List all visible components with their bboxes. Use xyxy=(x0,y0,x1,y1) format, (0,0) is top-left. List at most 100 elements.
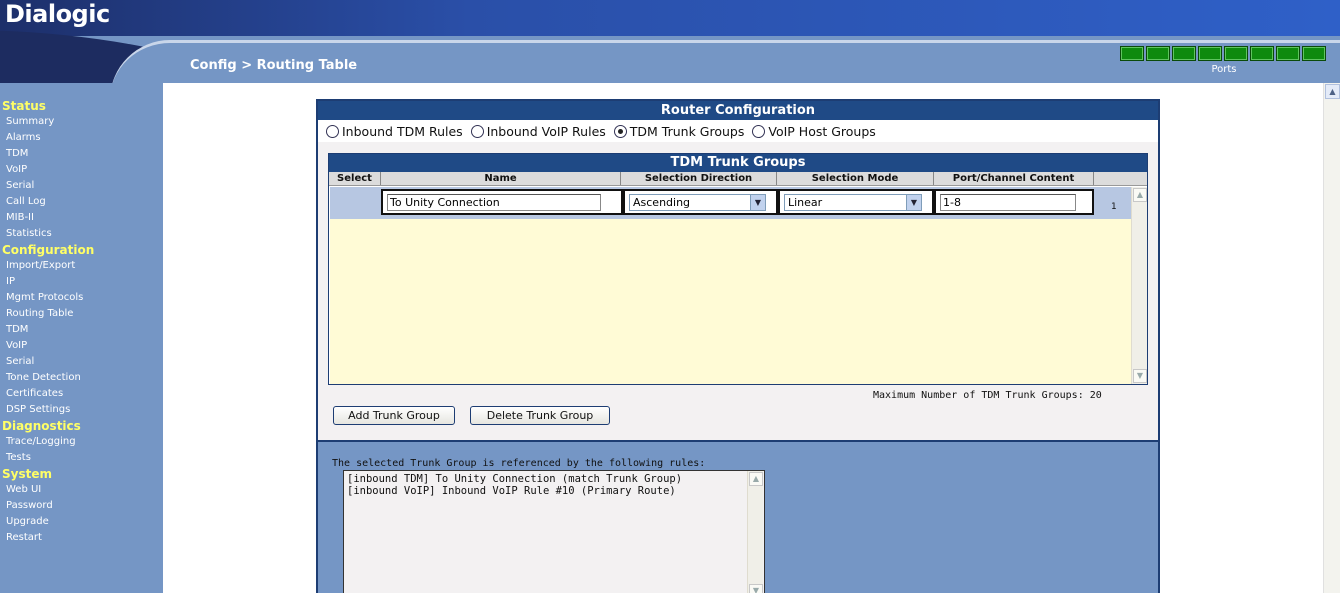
nav-item-mgmt-protocols[interactable]: Mgmt Protocols xyxy=(0,290,163,306)
nav-item-summary[interactable]: Summary xyxy=(0,114,163,130)
nav-item-ip[interactable]: IP xyxy=(0,274,163,290)
scroll-down-icon[interactable]: ▼ xyxy=(749,584,763,593)
rule-type-radio-group: Inbound TDM Rules Inbound VoIP Rules TDM… xyxy=(318,120,1158,142)
nav-item-status-tdm[interactable]: TDM xyxy=(0,146,163,162)
reference-item: [inbound TDM] To Unity Connection (match… xyxy=(347,473,683,485)
content-cell: 1-8 xyxy=(934,189,1094,215)
reference-item: [inbound VoIP] Inbound VoIP Rule #10 (Pr… xyxy=(347,485,676,497)
scroll-up-icon[interactable]: ▲ xyxy=(1133,188,1147,202)
col-header-name: Name xyxy=(381,172,621,185)
references-scrollbar[interactable]: ▲ ▼ xyxy=(747,471,763,593)
port-led-3 xyxy=(1172,46,1196,61)
nav-item-web-ui[interactable]: Web UI xyxy=(0,482,163,498)
ports-indicator: Ports xyxy=(1120,46,1328,75)
table-header: Select Name Selection Direction Selectio… xyxy=(329,172,1147,186)
col-header-selection-mode: Selection Mode xyxy=(777,172,934,185)
chevron-down-icon[interactable]: ▼ xyxy=(906,195,921,210)
port-led-2 xyxy=(1146,46,1170,61)
nav-item-config-serial[interactable]: Serial xyxy=(0,354,163,370)
nav-item-status-voip[interactable]: VoIP xyxy=(0,162,163,178)
router-configuration-panel: Router Configuration Inbound TDM Rules I… xyxy=(316,99,1160,593)
radio-indicator-checked[interactable] xyxy=(613,124,627,138)
radio-indicator[interactable] xyxy=(470,124,484,138)
table-row[interactable]: To Unity Connection Ascending ▼ Linear ▼… xyxy=(330,187,1131,219)
radio-label: Inbound VoIP Rules xyxy=(486,123,606,139)
nav-item-restart[interactable]: Restart xyxy=(0,530,163,546)
name-cell: To Unity Connection xyxy=(381,189,623,215)
port-led-4 xyxy=(1198,46,1222,61)
nav-item-import-export[interactable]: Import/Export xyxy=(0,258,163,274)
header-banner: Dialogic Config > Routing Table Ports xyxy=(0,0,1340,83)
radio-label: VoIP Host Groups xyxy=(768,123,876,139)
breadcrumb: Config > Routing Table xyxy=(190,58,358,73)
nav-section-diagnostics[interactable]: Diagnostics xyxy=(0,418,163,434)
nav-item-tone-detection[interactable]: Tone Detection xyxy=(0,370,163,386)
table-body: To Unity Connection Ascending ▼ Linear ▼… xyxy=(330,187,1131,384)
col-header-selection-direction: Selection Direction xyxy=(621,172,777,185)
references-label: The selected Trunk Group is referenced b… xyxy=(332,458,706,469)
nav-section-status[interactable]: Status xyxy=(0,98,163,114)
references-list[interactable]: [inbound TDM] To Unity Connection (match… xyxy=(343,470,765,593)
nav-item-call-log[interactable]: Call Log xyxy=(0,194,163,210)
radio-label: TDM Trunk Groups xyxy=(629,123,745,139)
radio-indicator[interactable] xyxy=(326,124,339,138)
name-input[interactable]: To Unity Connection xyxy=(387,194,601,211)
chevron-down-icon[interactable]: ▼ xyxy=(750,195,765,210)
references-section: The selected Trunk Group is referenced b… xyxy=(318,444,1158,593)
table-scrollbar[interactable]: ▲ ▼ xyxy=(1131,187,1147,384)
delete-trunk-group-button[interactable]: Delete Trunk Group xyxy=(470,406,610,425)
port-led-8 xyxy=(1302,46,1326,61)
col-header-spacer xyxy=(1094,172,1147,185)
radio-voip-host-groups[interactable]: VoIP Host Groups xyxy=(752,123,876,139)
radio-indicator[interactable] xyxy=(752,124,766,138)
nav-item-config-voip[interactable]: VoIP xyxy=(0,338,163,354)
scroll-up-icon[interactable]: ▲ xyxy=(1325,84,1340,99)
port-led-1 xyxy=(1120,46,1144,61)
nav-item-dsp-settings[interactable]: DSP Settings xyxy=(0,402,163,418)
nav-section-configuration[interactable]: Configuration xyxy=(0,242,163,258)
direction-cell: Ascending ▼ xyxy=(623,189,778,215)
tdm-trunk-groups-title: TDM Trunk Groups xyxy=(329,154,1147,172)
max-trunk-groups-info: Maximum Number of TDM Trunk Groups: 20 xyxy=(873,390,1102,401)
port-led-6 xyxy=(1250,46,1274,61)
radio-inbound-voip-rules[interactable]: Inbound VoIP Rules xyxy=(470,123,606,139)
selection-direction-select[interactable]: Ascending ▼ xyxy=(629,194,766,211)
radio-label: Inbound TDM Rules xyxy=(342,123,463,139)
col-header-select: Select xyxy=(329,172,381,185)
port-channel-content-input[interactable]: 1-8 xyxy=(940,194,1076,211)
port-led-5 xyxy=(1224,46,1248,61)
nav-item-statistics[interactable]: Statistics xyxy=(0,226,163,242)
scroll-up-icon[interactable]: ▲ xyxy=(749,472,763,486)
nav-section-system[interactable]: System xyxy=(0,466,163,482)
nav-item-tests[interactable]: Tests xyxy=(0,450,163,466)
nav-item-certificates[interactable]: Certificates xyxy=(0,386,163,402)
radio-tdm-trunk-groups[interactable]: TDM Trunk Groups xyxy=(613,123,745,139)
nav-item-alarms[interactable]: Alarms xyxy=(0,130,163,146)
port-leds xyxy=(1120,46,1328,61)
nav-item-config-tdm[interactable]: TDM xyxy=(0,322,163,338)
sidebar: Status Summary Alarms TDM VoIP Serial Ca… xyxy=(0,83,163,593)
dialogic-logo: Dialogic xyxy=(5,0,110,28)
nav-item-routing-table[interactable]: Routing Table xyxy=(0,306,163,322)
col-header-port-channel-content: Port/Channel Content xyxy=(934,172,1094,185)
main-content: Router Configuration Inbound TDM Rules I… xyxy=(163,83,1323,593)
port-led-7 xyxy=(1276,46,1300,61)
nav-item-status-serial[interactable]: Serial xyxy=(0,178,163,194)
scroll-down-icon[interactable]: ▼ xyxy=(1133,369,1147,383)
router-configuration-title: Router Configuration xyxy=(318,101,1158,120)
add-trunk-group-button[interactable]: Add Trunk Group xyxy=(333,406,455,425)
selection-mode-value: Linear xyxy=(788,196,823,209)
tdm-trunk-groups-table: TDM Trunk Groups Select Name Selection D… xyxy=(328,153,1148,385)
selection-direction-value: Ascending xyxy=(633,196,691,209)
nav-item-mib-ii[interactable]: MIB-II xyxy=(0,210,163,226)
mode-cell: Linear ▼ xyxy=(778,189,934,215)
ports-label: Ports xyxy=(1211,64,1237,75)
row-number: 1 xyxy=(1111,202,1117,212)
trunk-groups-section: TDM Trunk Groups Select Name Selection D… xyxy=(318,142,1158,442)
radio-inbound-tdm-rules[interactable]: Inbound TDM Rules xyxy=(326,124,463,139)
nav-item-trace-logging[interactable]: Trace/Logging xyxy=(0,434,163,450)
nav-item-password[interactable]: Password xyxy=(0,498,163,514)
selection-mode-select[interactable]: Linear ▼ xyxy=(784,194,922,211)
nav-item-upgrade[interactable]: Upgrade xyxy=(0,514,163,530)
page-scrollbar[interactable]: ▲ xyxy=(1323,83,1340,593)
